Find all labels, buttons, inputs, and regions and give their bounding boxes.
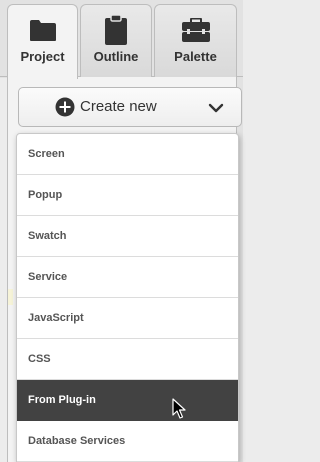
menu-item-swatch[interactable]: Swatch xyxy=(17,216,238,257)
menu-item-service[interactable]: Service xyxy=(17,257,238,298)
clipboard-icon xyxy=(101,15,131,45)
tab-label: Palette xyxy=(174,49,217,64)
menu-item-popup[interactable]: Popup xyxy=(17,175,238,216)
create-new-button[interactable]: Create new xyxy=(18,87,242,127)
menu-item-screen[interactable]: Screen xyxy=(17,134,238,175)
plus-circle-icon xyxy=(55,97,75,117)
toolbox-icon xyxy=(181,15,211,45)
menu-item-css[interactable]: CSS xyxy=(17,339,238,380)
menu-item-database-services[interactable]: Database Services xyxy=(17,421,238,462)
menu-item-javascript[interactable]: JavaScript xyxy=(17,298,238,339)
tab-label: Project xyxy=(20,49,65,64)
create-new-menu: Screen Popup Swatch Service JavaScript C… xyxy=(16,133,239,462)
create-new-label: Create new xyxy=(80,98,157,115)
tab-project[interactable]: Project xyxy=(7,4,78,79)
menu-item-from-plug-in[interactable]: From Plug-in xyxy=(17,380,238,421)
tab-outline[interactable]: Outline xyxy=(80,4,152,77)
row-highlight xyxy=(8,289,13,305)
folder-icon xyxy=(28,15,58,45)
tab-label: Outline xyxy=(93,49,139,64)
tab-palette[interactable]: Palette xyxy=(154,4,237,77)
mouse-cursor-icon xyxy=(172,398,186,420)
chevron-down-icon[interactable] xyxy=(208,101,224,113)
